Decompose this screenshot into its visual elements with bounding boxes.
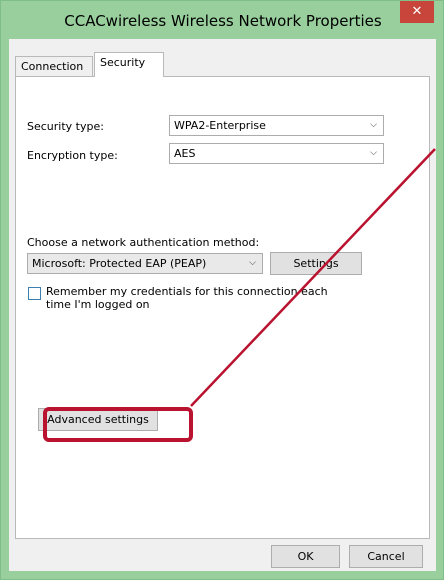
tab-security[interactable]: Security — [94, 52, 164, 77]
callout-pointer-line — [190, 148, 436, 407]
dialog-window: CCACwireless Wireless Network Properties… — [0, 0, 444, 580]
